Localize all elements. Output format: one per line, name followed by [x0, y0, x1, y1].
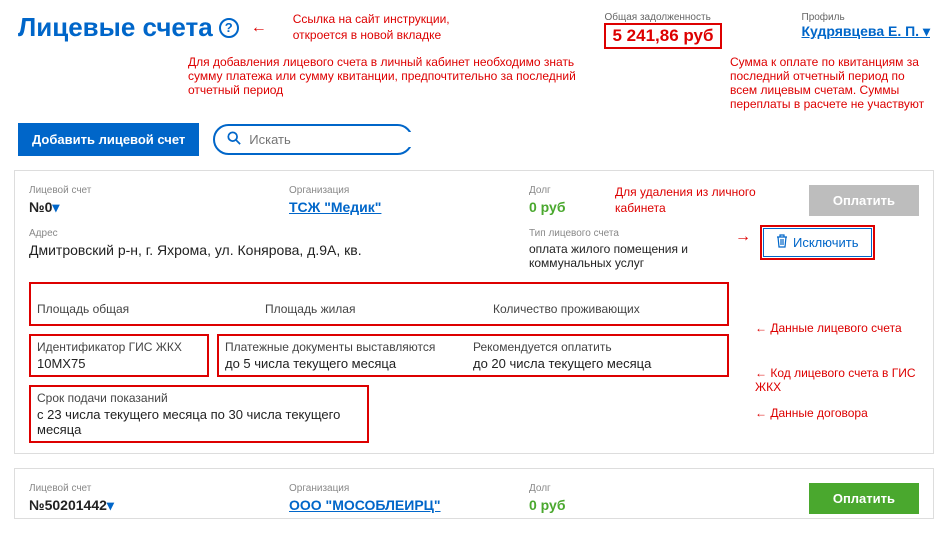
type-value: оплата жилого помещения и коммунальных у… — [529, 242, 729, 270]
ls-label: Лицевой счет — [29, 185, 289, 196]
page-title: Лицевые счета ? ← — [18, 12, 273, 43]
profile-label: Профиль — [802, 12, 931, 23]
addr-label: Адрес — [29, 228, 529, 239]
account-card: Лицевой счет №50201442▾ Организация ООО … — [14, 468, 934, 519]
payrec-label: Рекомендуется оплатить — [473, 340, 711, 354]
addr-value: Дмитровский р-н, г. Яхрома, ул. Конярова… — [29, 242, 529, 258]
pay-button: Оплатить — [809, 185, 919, 216]
org-label: Организация — [289, 185, 529, 196]
chevron-down-icon: ▾ — [52, 199, 59, 215]
org-value[interactable]: ТСЖ "Медик" — [289, 199, 529, 215]
org-value[interactable]: ООО "МОСОБЛЕИРЦ" — [289, 497, 529, 513]
chevron-down-icon: ▾ — [923, 23, 930, 39]
meter-value: с 23 числа текущего месяца по 30 числа т… — [37, 407, 361, 437]
exclude-button[interactable]: Исключить — [763, 228, 872, 257]
arrow-icon: → — [735, 228, 751, 246]
search-icon — [227, 131, 241, 148]
annotation-debt: Сумма к оплате по квитанциям за последни… — [730, 55, 930, 111]
search-input[interactable] — [249, 132, 425, 147]
title-text: Лицевые счета — [18, 12, 213, 43]
total-debt-label: Общая задолженность — [604, 12, 721, 23]
paydoc-label: Платежные документы выставляются — [225, 340, 463, 354]
gis-label: Идентификатор ГИС ЖКХ — [37, 340, 201, 354]
gis-value: 10МХ75 — [37, 356, 201, 371]
pay-button[interactable]: Оплатить — [809, 483, 919, 514]
meter-label: Срок подачи показаний — [37, 391, 361, 405]
annotation-help: Ссылка на сайт инструкции, откроется в н… — [293, 12, 565, 43]
area-living-label: Площадь жилая — [265, 302, 483, 316]
payrec-value: до 20 числа текущего месяца — [473, 356, 711, 371]
residents-label: Количество проживающих — [493, 302, 711, 316]
annotation-add: Для добавления лицевого счета в личный к… — [188, 55, 608, 111]
paydoc-value: до 5 числа текущего месяца — [225, 356, 463, 371]
debt-value: 0 руб — [529, 497, 779, 513]
annotation-exclude: Для удаления из личного кабинета — [615, 185, 779, 216]
total-debt-value: 5 241,86 руб — [604, 23, 721, 49]
chevron-down-icon: ▾ — [107, 497, 114, 513]
annotation-account-data: ← Данные лицевого счета — [755, 321, 902, 335]
help-icon[interactable]: ? — [219, 18, 239, 38]
area-total-label: Площадь общая — [37, 302, 255, 316]
add-account-button[interactable]: Добавить лицевой счет — [18, 123, 199, 156]
debt-label: Долг — [529, 185, 609, 196]
org-label: Организация — [289, 483, 529, 494]
annotation-contract: ← Данные договора — [755, 406, 868, 420]
search-box[interactable] — [213, 124, 413, 155]
profile-name[interactable]: Кудрявцева Е. П. ▾ — [802, 23, 931, 40]
ls-label: Лицевой счет — [29, 483, 289, 494]
type-label: Тип лицевого счета — [529, 228, 729, 239]
annotation-gis: ← Код лицевого счета в ГИС ЖКХ — [755, 366, 933, 394]
account-card: Лицевой счет №0▾ Организация ТСЖ "Медик"… — [14, 170, 934, 454]
debt-value: 0 руб — [529, 199, 609, 215]
trash-icon — [776, 234, 788, 251]
arrow-icon: ← — [251, 19, 267, 37]
ls-value: №50201442▾ — [29, 497, 289, 514]
debt-label: Долг — [529, 483, 779, 494]
exclude-label: Исключить — [793, 235, 859, 250]
ls-value: №0▾ — [29, 199, 289, 216]
